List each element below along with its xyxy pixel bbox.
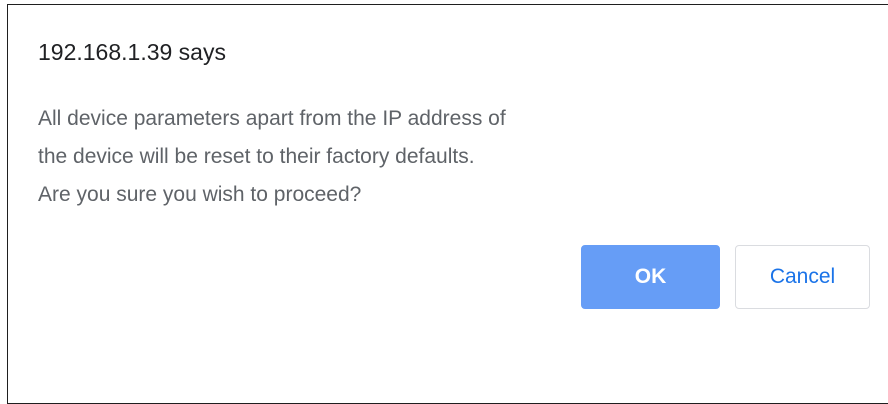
cancel-button[interactable]: Cancel	[735, 245, 870, 309]
alert-dialog: 192.168.1.39 says All device parameters …	[7, 4, 888, 404]
message-line: the device will be reset to their factor…	[38, 145, 475, 168]
dialog-title: 192.168.1.39 says	[38, 39, 226, 65]
message-line: Are you sure you wish to proceed?	[38, 183, 362, 206]
dialog-message: All device parameters apart from the IP …	[38, 100, 506, 214]
ok-button[interactable]: OK	[581, 245, 720, 309]
message-line: All device parameters apart from the IP …	[38, 107, 506, 130]
